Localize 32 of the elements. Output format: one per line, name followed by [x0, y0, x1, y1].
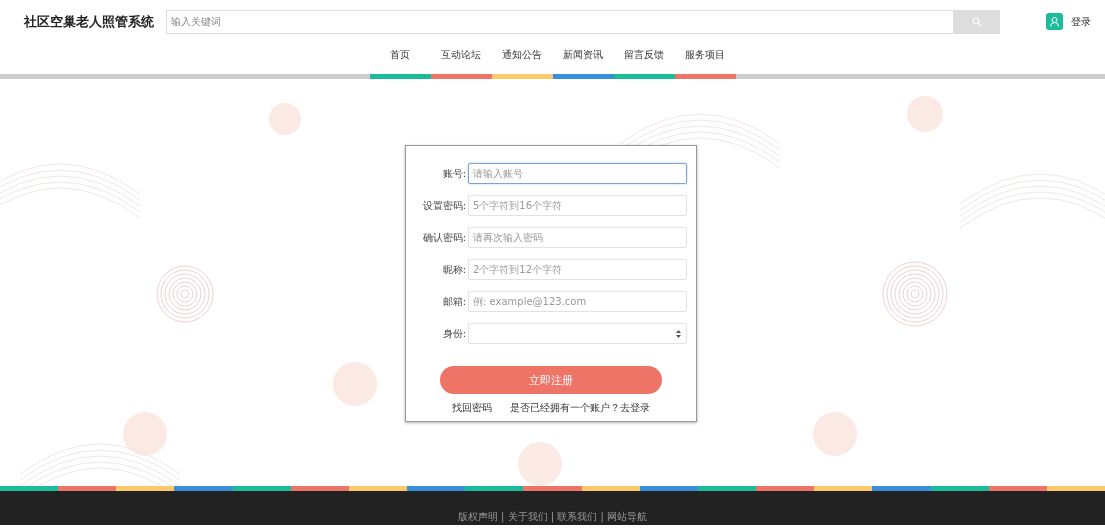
- input-field[interactable]: 请输入账号: [468, 163, 687, 184]
- login-link[interactable]: 是否已经拥有一个账户？去登录: [510, 401, 650, 415]
- select-field[interactable]: [468, 323, 687, 344]
- site-title: 社区空巢老人照管系统: [24, 12, 154, 31]
- login-link[interactable]: 登录: [1071, 14, 1091, 29]
- dot-decoration: [813, 412, 857, 456]
- dot-decoration: [333, 362, 377, 406]
- forgot-password-link[interactable]: 找回密码: [452, 401, 492, 415]
- ring-decoration: [156, 265, 214, 323]
- dot-decoration: [123, 412, 167, 456]
- search-icon: [972, 16, 982, 27]
- user-icon[interactable]: [1046, 13, 1063, 30]
- field-label: 身份:: [441, 326, 466, 341]
- nav-tab[interactable]: 新闻资讯: [552, 45, 614, 79]
- dot-decoration: [269, 103, 301, 135]
- ring-decoration: [882, 261, 948, 327]
- nav-tab[interactable]: 首页: [369, 45, 431, 79]
- dot-decoration: [518, 442, 562, 486]
- search-button[interactable]: [954, 9, 1000, 34]
- field-label: 昵称:: [441, 262, 466, 277]
- dot-decoration: [907, 96, 943, 132]
- nav-tab[interactable]: 互动论坛: [430, 45, 492, 79]
- field-label: 账号:: [441, 166, 466, 181]
- field-label: 设置密码:: [421, 198, 466, 213]
- field-label: 邮箱:: [441, 294, 466, 309]
- field-label: 确认密码:: [421, 230, 466, 245]
- sort-arrows-icon: [676, 329, 681, 338]
- footer-links: 版权声明 | 关于我们 | 联系我们 | 网站导航: [457, 510, 648, 524]
- nav-tab[interactable]: 服务项目: [674, 45, 736, 79]
- nav-tab[interactable]: 通知公告: [491, 45, 553, 79]
- search-field[interactable]: 输入关键词: [166, 9, 954, 34]
- nav-tab[interactable]: 留言反馈: [613, 45, 675, 79]
